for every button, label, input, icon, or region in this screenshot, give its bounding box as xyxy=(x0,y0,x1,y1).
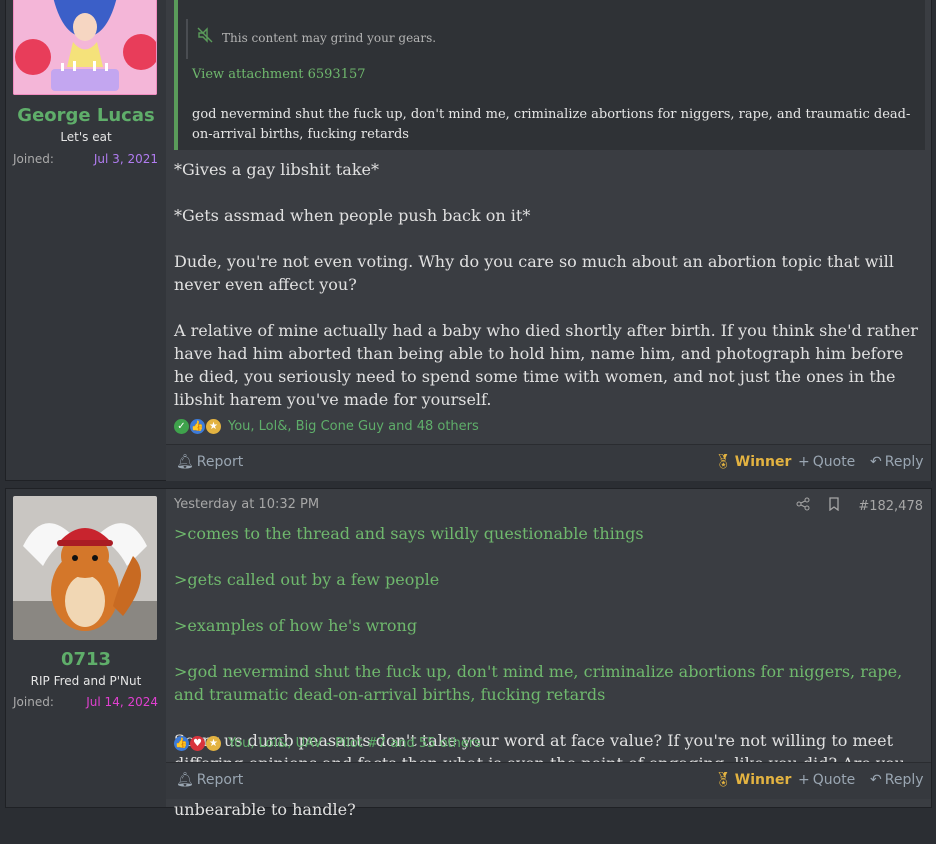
spoiler-text: This content may grind your gears. xyxy=(222,31,437,45)
post-content: *Gives a gay libshit take* *Gets assmad … xyxy=(174,158,925,434)
joined-date: Jul 3, 2021 xyxy=(93,152,158,166)
quoted-text: god nevermind shut the fuck up, don't mi… xyxy=(192,107,911,142)
like-reaction-icon: 👍 xyxy=(190,419,205,434)
reactions-text[interactable]: You, Lol&, UAV - Pilot #7 and 55 others xyxy=(228,736,481,751)
joined-label: Joined: xyxy=(13,695,54,709)
reactions-bar[interactable]: ✓ 👍 ★ You, Lol&, Big Cone Guy and 48 oth… xyxy=(174,419,479,434)
mute-icon xyxy=(196,26,214,48)
medal-reaction-icon: ★ xyxy=(206,736,221,751)
user-info: 0713 RIP Fred and P'Nut Joined: Jul 14, … xyxy=(6,489,166,807)
post-actions: #182,478 xyxy=(796,497,923,515)
user-info: George Lucas Let's eat Joined: Jul 3, 20… xyxy=(6,0,166,480)
reply-arrow-icon: ↶ xyxy=(870,772,882,788)
reply-button[interactable]: ↶ Reply xyxy=(870,772,924,788)
user-title: RIP Fred and P'Nut xyxy=(30,674,142,688)
quote-button[interactable]: + Quote xyxy=(798,772,855,788)
greentext-line: >gets called out by a few people xyxy=(174,570,440,589)
plus-icon: + xyxy=(798,772,810,788)
spoiler-box[interactable]: This content may grind your gears. xyxy=(186,19,916,59)
medal-reaction-icon: ★ xyxy=(206,419,221,434)
quote-label: Quote xyxy=(812,454,856,470)
winner-button[interactable]: 🏅︎ Winner xyxy=(714,772,791,788)
username[interactable]: George Lucas xyxy=(6,105,166,126)
like-reaction-icon: 👍 xyxy=(174,736,189,751)
attachment-link[interactable]: View attachment 6593157 xyxy=(192,67,366,82)
joined-label: Joined: xyxy=(13,152,54,166)
post-footer: 🔔︎ Report 🏅︎ Winner + Quote ↶ Reply xyxy=(166,762,931,799)
reply-arrow-icon: ↶ xyxy=(870,454,882,470)
quote-button[interactable]: + Quote xyxy=(798,454,855,470)
bookmark-icon[interactable] xyxy=(828,497,840,515)
post-footer: 🔔︎ Report 🏅︎ Winner + Quote ↶ Reply xyxy=(166,444,931,481)
report-button[interactable]: 🔔︎ Report xyxy=(176,454,243,470)
post: George Lucas Let's eat Joined: Jul 3, 20… xyxy=(5,0,932,481)
post-number[interactable]: #182,478 xyxy=(858,499,923,514)
quote-block: This content may grind your gears. View … xyxy=(174,0,925,150)
bell-icon: 🔔︎ xyxy=(176,772,194,788)
report-button[interactable]: 🔔︎ Report xyxy=(176,772,243,788)
paragraph: *Gives a gay libshit take* xyxy=(174,160,379,179)
plus-icon: + xyxy=(798,454,810,470)
reply-button[interactable]: ↶ Reply xyxy=(870,454,924,470)
medal-icon: 🏅︎ xyxy=(714,454,732,470)
greentext-line: >comes to the thread and says wildly que… xyxy=(174,524,644,543)
paragraph: *Gets assmad when people push back on it… xyxy=(174,206,531,225)
reply-label: Reply xyxy=(884,454,924,470)
reactions-bar[interactable]: 👍 ♥ ★ You, Lol&, UAV - Pilot #7 and 55 o… xyxy=(174,736,481,751)
greentext-line: >god nevermind shut the fuck up, don't m… xyxy=(174,662,903,704)
medal-icon: 🏅︎ xyxy=(714,772,732,788)
winner-button[interactable]: 🏅︎ Winner xyxy=(714,454,791,470)
quote-label: Quote xyxy=(812,772,856,788)
winner-label: Winner xyxy=(734,772,792,788)
paragraph: A relative of mine actually had a baby w… xyxy=(174,321,918,409)
avatar[interactable] xyxy=(13,0,157,95)
post: 0713 RIP Fred and P'Nut Joined: Jul 14, … xyxy=(5,488,932,819)
reply-label: Reply xyxy=(884,772,924,788)
report-label: Report xyxy=(196,454,244,470)
message-body: Yesterday at 10:32 PM #182,478 >comes to… xyxy=(166,489,931,819)
username[interactable]: 0713 xyxy=(6,649,166,670)
share-icon[interactable] xyxy=(796,497,810,515)
user-title: Let's eat xyxy=(60,130,112,144)
greentext-line: >examples of how he's wrong xyxy=(174,616,418,635)
post-timestamp[interactable]: Yesterday at 10:32 PM xyxy=(174,497,319,512)
joined-date: Jul 14, 2024 xyxy=(86,695,158,709)
check-reaction-icon: ✓ xyxy=(174,419,189,434)
winner-label: Winner xyxy=(734,454,792,470)
paragraph: Dude, you're not even voting. Why do you… xyxy=(174,252,894,294)
report-label: Report xyxy=(196,772,244,788)
reactions-text[interactable]: You, Lol&, Big Cone Guy and 48 others xyxy=(228,419,479,434)
avatar[interactable] xyxy=(13,496,157,640)
message-body: This content may grind your gears. View … xyxy=(166,0,931,481)
heart-reaction-icon: ♥ xyxy=(190,736,205,751)
bell-icon: 🔔︎ xyxy=(176,454,194,470)
